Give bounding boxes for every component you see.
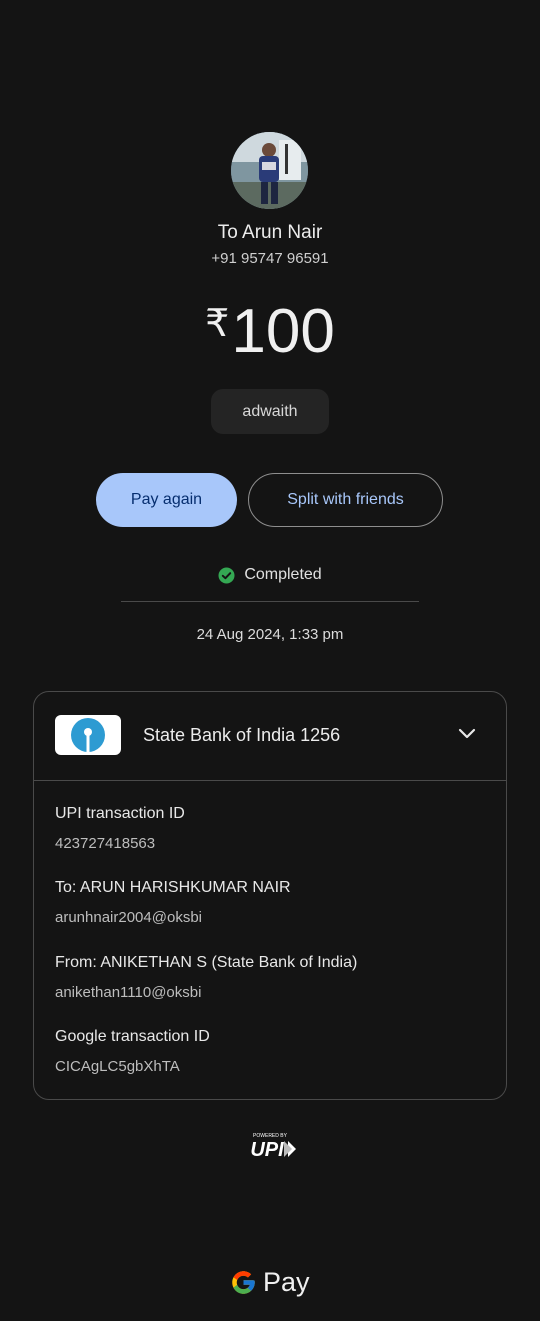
payment-amount: ₹100 bbox=[0, 296, 540, 367]
divider bbox=[121, 601, 419, 602]
status-row: Completed bbox=[0, 566, 540, 584]
google-pay-logo: Pay bbox=[230, 1265, 310, 1299]
currency-symbol: ₹ bbox=[205, 303, 230, 345]
to-account-label: To: ARUN HARISHKUMAR NAIR bbox=[55, 879, 291, 896]
google-transaction-id-label: Google transaction ID bbox=[55, 1028, 210, 1045]
from-account-value: anikethan1110@oksbi bbox=[55, 984, 202, 1001]
avatar bbox=[231, 132, 308, 209]
split-with-friends-button[interactable]: Split with friends bbox=[248, 473, 443, 527]
status-text: Completed bbox=[244, 566, 322, 583]
bank-name: State Bank of India 1256 bbox=[143, 725, 341, 745]
sbi-logo-icon bbox=[55, 715, 121, 755]
upi-transaction-id-value: 423727418563 bbox=[55, 835, 156, 852]
chevron-down-icon[interactable] bbox=[457, 726, 477, 742]
transaction-details-card: State Bank of India 1256 UPI transaction… bbox=[33, 691, 507, 1100]
pay-again-button[interactable]: Pay again bbox=[96, 473, 237, 527]
pay-wordmark: Pay bbox=[263, 1266, 310, 1297]
check-circle-icon bbox=[218, 567, 235, 583]
amount-value: 100 bbox=[231, 297, 335, 366]
payment-note: adwaith bbox=[211, 389, 329, 434]
upi-logo-icon: POWERED BY UPI bbox=[240, 1131, 300, 1163]
transaction-datetime: 24 Aug 2024, 1:33 pm bbox=[196, 626, 344, 643]
google-g-icon bbox=[232, 1270, 255, 1294]
payee-phone: +91 95747 96591 bbox=[211, 250, 329, 267]
upi-transaction-id-label: UPI transaction ID bbox=[55, 805, 185, 822]
from-account-label: From: ANIKETHAN S (State Bank of India) bbox=[55, 954, 358, 971]
to-account-value: arunhnair2004@oksbi bbox=[55, 909, 202, 926]
google-transaction-id-value: CICAgLC5gbXhTA bbox=[55, 1058, 180, 1075]
bank-account-row[interactable]: State Bank of India 1256 bbox=[34, 692, 506, 781]
upi-mark-text: UPI bbox=[250, 1139, 284, 1161]
payee-name: To Arun Nair bbox=[217, 222, 323, 243]
